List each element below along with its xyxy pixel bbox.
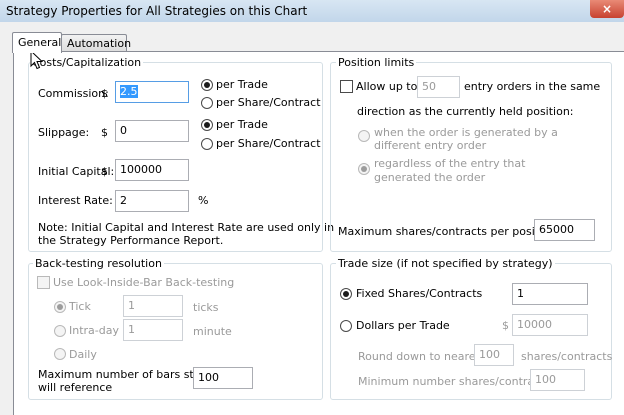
fixed-shares-label: Fixed Shares/Contracts (356, 287, 483, 300)
intraday-label: Intra-day (69, 324, 119, 337)
allow-up-to-checkbox[interactable] (340, 80, 353, 93)
tick-input[interactable]: 1 (123, 295, 183, 317)
slippage-currency: $ (101, 126, 108, 139)
trade-size-legend: Trade size (if not specified by strategy… (336, 257, 555, 270)
dollars-currency: $ (502, 319, 509, 332)
commission-per-trade-label: per Trade (216, 78, 268, 91)
tab-general-label: General (18, 36, 62, 49)
tab-automation-label: Automation (67, 37, 132, 50)
look-inside-bar-label: Use Look-Inside-Bar Back-testing (53, 276, 235, 289)
close-button[interactable]: × (590, 0, 624, 18)
commission-currency: $ (101, 87, 108, 100)
intraday-unit: minute (193, 325, 232, 338)
commission-label: Commission: (38, 87, 109, 100)
window-title: Strategy Properties for All Strategies o… (6, 4, 308, 18)
tick-label: Tick (69, 300, 91, 313)
tab-automation[interactable]: Automation (61, 34, 131, 52)
interest-rate-label: Interest Rate: (38, 194, 113, 207)
tick-radio[interactable] (54, 301, 66, 313)
fixed-shares-input[interactable]: 1 (512, 283, 588, 305)
entry-orders-text-2: direction as the currently held position… (357, 105, 574, 118)
slippage-per-trade-radio[interactable] (201, 119, 213, 131)
interest-rate-input[interactable]: 2 (115, 190, 189, 212)
interest-rate-percent: % (198, 194, 209, 207)
round-down-label: Round down to nearest (358, 350, 486, 363)
intraday-radio[interactable] (54, 325, 66, 337)
any-entry-label-1: regardless of the entry that (374, 157, 526, 170)
min-shares-input[interactable]: 100 (530, 369, 585, 391)
look-inside-bar-checkbox[interactable] (37, 276, 50, 289)
slippage-per-trade-label: per Trade (216, 118, 268, 131)
commission-per-trade-radio[interactable] (201, 79, 213, 91)
same-entry-label-2: different entry order (374, 139, 487, 152)
round-down-input[interactable]: 100 (474, 344, 514, 366)
costs-legend: Costs/Capitalization (30, 56, 144, 69)
entry-orders-text-1: entry orders in the same (464, 80, 601, 93)
dollars-per-trade-radio[interactable] (340, 320, 352, 332)
commission-per-share-radio[interactable] (201, 97, 213, 109)
any-entry-label-2: generated the order (374, 171, 486, 184)
slippage-per-share-radio[interactable] (201, 138, 213, 150)
dollars-per-trade-label: Dollars per Trade (356, 319, 450, 332)
max-shares-input[interactable]: 65000 (534, 219, 595, 241)
initial-capital-input[interactable]: 100000 (115, 159, 189, 181)
initial-capital-currency: $ (101, 165, 108, 178)
daily-radio[interactable] (54, 348, 66, 360)
fixed-shares-radio[interactable] (340, 288, 352, 300)
tick-unit: ticks (193, 301, 219, 314)
backtest-legend: Back-testing resolution (33, 257, 164, 270)
note-line-2: the Strategy Performance Report. (38, 234, 224, 247)
allow-up-to-label: Allow up to (356, 80, 418, 93)
close-icon: × (601, 2, 613, 16)
slippage-input[interactable]: 0 (115, 120, 189, 142)
intraday-input[interactable]: 1 (123, 319, 183, 341)
min-shares-label: Minimum number shares/contracts: (358, 375, 554, 388)
mouse-cursor-icon (30, 50, 44, 70)
slippage-label: Slippage: (38, 126, 90, 139)
dollars-per-trade-input[interactable]: 10000 (512, 314, 588, 336)
daily-label: Daily (69, 348, 97, 361)
same-entry-radio[interactable] (358, 130, 370, 142)
max-bars-label-1: Maximum number of bars study (38, 368, 215, 381)
any-entry-radio[interactable] (358, 163, 370, 175)
note-line-1: Note: Initial Capital and Interest Rate … (38, 221, 335, 234)
position-limits-legend: Position limits (336, 56, 417, 69)
slippage-per-share-label: per Share/Contract (216, 137, 321, 150)
max-bars-label-2: will reference (38, 381, 113, 394)
round-down-unit: shares/contracts (521, 350, 613, 363)
commission-per-share-label: per Share/Contract (216, 96, 321, 109)
max-shares-label: Maximum shares/contracts per position (338, 225, 556, 238)
commission-input[interactable]: 2.5 (115, 81, 189, 103)
title-bar: Strategy Properties for All Strategies o… (0, 0, 624, 22)
allow-up-to-input[interactable]: 50 (417, 76, 460, 98)
max-bars-input[interactable]: 100 (193, 367, 253, 389)
same-entry-label-1: when the order is generated by a (374, 126, 558, 139)
tab-general[interactable]: General (12, 32, 62, 53)
